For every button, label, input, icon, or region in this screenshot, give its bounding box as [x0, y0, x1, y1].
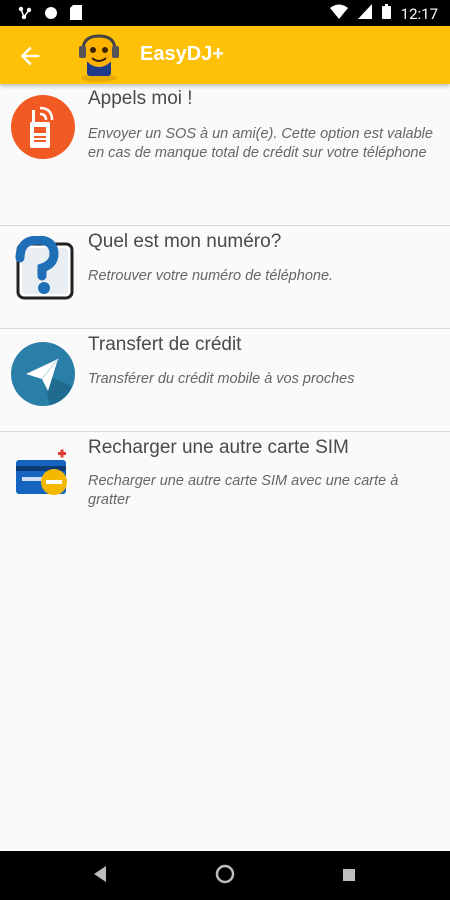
menu-list: Appels moi ! Envoyer un SOS à un ami(e).…	[0, 84, 450, 542]
send-icon	[10, 341, 76, 407]
app-logo-icon	[73, 30, 125, 82]
app-bar: EasyDJ+	[0, 26, 450, 84]
back-nav-icon[interactable]	[92, 865, 108, 887]
item-description: Transférer du crédit mobile à vos proche…	[88, 371, 355, 387]
list-item-quel-est-mon-numero[interactable]: Quel est mon numéro? Retrouver votre num…	[0, 226, 450, 329]
list-item-transfert-de-credit[interactable]: Transfert de crédit Transférer du crédit…	[0, 329, 450, 432]
phone-call-icon	[10, 94, 76, 160]
app-title: EasyDJ+	[140, 43, 224, 65]
sd-card-icon	[70, 5, 82, 24]
item-description: Recharger une autre carte SIM avec une c…	[88, 473, 399, 508]
status-time: 12:17	[400, 4, 438, 23]
card-recharge-icon	[10, 444, 76, 510]
navigation-bar	[0, 851, 450, 900]
battery-icon	[381, 4, 391, 23]
notification-icon	[18, 5, 32, 24]
list-item-appels-moi[interactable]: Appels moi ! Envoyer un SOS à un ami(e).…	[0, 84, 450, 226]
list-item-recharger-carte-sim[interactable]: Recharger une autre carte SIM Recharger …	[0, 432, 450, 542]
item-description: Envoyer un SOS à un ami(e). Cette option…	[88, 126, 433, 161]
item-title: Recharger une autre carte SIM	[88, 437, 349, 458]
item-title: Transfert de crédit	[88, 334, 242, 355]
screen: 12:17 EasyDJ+ Appels moi ! Envoyer un SO…	[0, 0, 450, 900]
signal-icon	[357, 4, 372, 23]
question-icon	[10, 235, 76, 302]
circle-icon	[44, 5, 58, 24]
arrow-back-icon[interactable]	[16, 42, 44, 70]
item-title: Quel est mon numéro?	[88, 231, 282, 252]
item-description: Retrouver votre numéro de téléphone.	[88, 268, 334, 284]
wifi-icon	[329, 4, 348, 23]
home-nav-icon[interactable]	[215, 864, 235, 888]
item-title: Appels moi !	[88, 88, 193, 109]
recents-nav-icon[interactable]	[342, 867, 356, 886]
status-bar: 12:17	[0, 0, 450, 26]
